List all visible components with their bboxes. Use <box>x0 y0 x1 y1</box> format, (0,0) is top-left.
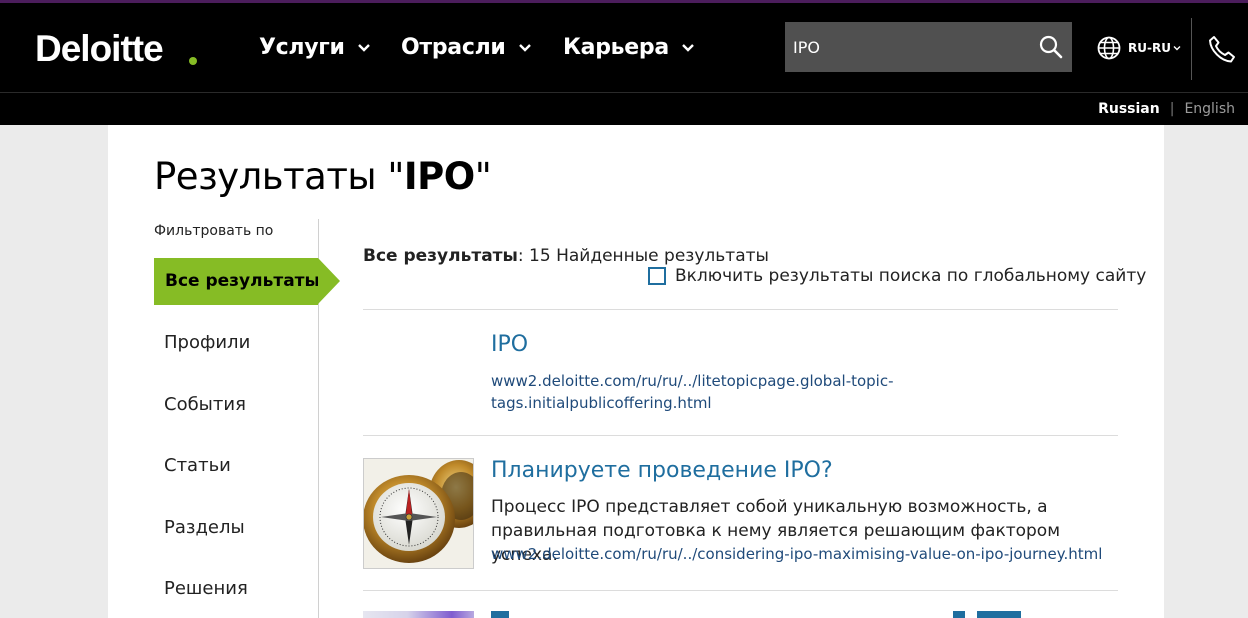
nav-industries-label: Отрасли <box>401 35 506 60</box>
results-divider <box>363 590 1118 591</box>
compass-image <box>364 459 473 568</box>
sidebar-item-profiles[interactable]: Профили <box>164 332 250 353</box>
result-url[interactable]: www2.deloitte.com/ru/ru/../considering-i… <box>491 543 1102 565</box>
main-content: Результаты "IPO" Фильтровать по Все резу… <box>108 125 1164 618</box>
sidebar-item-sections[interactable]: Разделы <box>164 517 245 538</box>
sidebar-item-articles[interactable]: Статьи <box>164 455 231 476</box>
nav-services[interactable]: Услуги <box>259 35 371 60</box>
results-divider <box>363 309 1118 310</box>
result-url-line: www2.deloitte.com/ru/ru/../litetopicpage… <box>491 372 894 390</box>
results-count: Все результаты: 15 Найденные результаты <box>363 246 769 266</box>
title-query: IPO <box>403 155 475 198</box>
site-header: Deloitte Услуги Отрасли Карьера RU-RU <box>0 0 1248 92</box>
language-russian[interactable]: Russian <box>1098 101 1160 117</box>
nav-careers-label: Карьера <box>563 35 669 60</box>
result-title[interactable]: IPO <box>491 332 528 357</box>
results-divider <box>363 435 1118 436</box>
result-url-line: tags.initialpublicoffering.html <box>491 394 712 412</box>
title-prefix: Результаты " <box>154 155 404 198</box>
language-separator: | <box>1169 101 1175 117</box>
globe-icon <box>1097 36 1121 60</box>
global-search-label: Включить результаты поиска по глобальном… <box>675 266 1147 286</box>
search-input[interactable] <box>785 22 1025 72</box>
locale-label: RU-RU <box>1128 41 1171 55</box>
header-divider <box>1191 18 1192 80</box>
phone-icon[interactable] <box>1207 34 1237 64</box>
title-suffix: " <box>474 155 492 198</box>
result-title-partial[interactable] <box>491 609 1021 618</box>
language-bar: Russian | English <box>0 92 1248 125</box>
language-english[interactable]: English <box>1184 101 1235 117</box>
global-search-checkbox[interactable]: Включить результаты поиска по глобальном… <box>648 266 1146 286</box>
results-count-value: : 15 Найденные результаты <box>517 246 769 266</box>
sidebar-item-label: Все результаты <box>165 271 320 291</box>
nav-industries[interactable]: Отрасли <box>401 35 532 60</box>
chevron-down-icon <box>1173 46 1181 51</box>
compass-thumbnail[interactable] <box>363 458 474 569</box>
result-thumbnail-partial[interactable] <box>363 611 474 618</box>
checkbox-box[interactable] <box>648 267 666 285</box>
deloitte-logo[interactable]: Deloitte <box>35 28 164 70</box>
sidebar-item-events[interactable]: События <box>164 394 246 415</box>
chevron-down-icon <box>682 43 694 52</box>
chevron-down-icon <box>518 43 531 52</box>
nav-careers[interactable]: Карьера <box>563 35 695 60</box>
nav-services-label: Услуги <box>259 35 345 60</box>
result-title[interactable]: Планируете проведение IPO? <box>491 458 833 483</box>
sidebar-item-solutions[interactable]: Решения <box>164 578 248 599</box>
locale-selector[interactable]: RU-RU <box>1097 36 1181 60</box>
logo-green-dot <box>189 57 197 65</box>
filter-label: Фильтровать по <box>154 223 274 239</box>
page-title: Результаты "IPO" <box>154 155 492 198</box>
chevron-down-icon <box>357 43 370 52</box>
sidebar-item-all-results[interactable]: Все результаты <box>154 258 340 305</box>
search-icon[interactable] <box>1038 34 1064 60</box>
search-box <box>785 22 1072 72</box>
results-count-label: Все результаты <box>363 246 518 266</box>
result-description-line: Процесс IPO представляет собой уникальну… <box>491 497 1048 517</box>
result-url[interactable]: www2.deloitte.com/ru/ru/../litetopicpage… <box>491 370 894 414</box>
